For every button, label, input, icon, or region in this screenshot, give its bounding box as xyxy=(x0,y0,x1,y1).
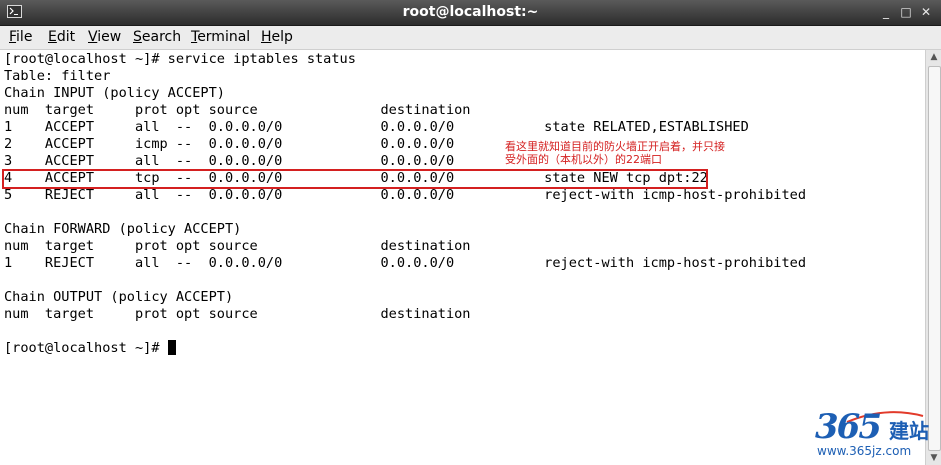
terminal-line-rule-3: 3 ACCEPT all -- 0.0.0.0/0 0.0.0.0/0 xyxy=(4,153,455,169)
menu-edit[interactable]: Edit xyxy=(48,29,75,46)
title-bar: root@localhost:~ _ □ ✕ xyxy=(0,0,941,26)
vertical-scrollbar[interactable]: ▲ ▼ xyxy=(925,50,941,465)
terminal-line-prompt: [root@localhost ~]# xyxy=(4,340,176,357)
menu-view-rest: iew xyxy=(97,29,122,45)
menu-help-mnemonic: H xyxy=(261,29,272,45)
menu-terminal-rest: erminal xyxy=(197,29,251,45)
menu-terminal[interactable]: Terminal xyxy=(191,29,250,46)
menu-search-mnemonic: S xyxy=(133,29,142,45)
annotation-line-1: 看这里就知道目前的防火墙正开启着，并只接 xyxy=(505,140,725,153)
menu-search[interactable]: Search xyxy=(133,29,181,46)
highlight-box xyxy=(2,169,708,189)
menu-view-mnemonic: V xyxy=(88,29,98,45)
menu-file[interactable]: File xyxy=(9,29,32,46)
scroll-up-arrow-icon[interactable]: ▲ xyxy=(926,50,941,64)
terminal-line-chain-output: Chain OUTPUT (policy ACCEPT) xyxy=(4,289,234,305)
terminal-line-forward-rule-1: 1 REJECT all -- 0.0.0.0/0 0.0.0.0/0 reje… xyxy=(4,255,807,271)
terminal-line-header: num target prot opt source destination xyxy=(4,306,471,322)
annotation-line-2: 受外面的（本机以外）的22端口 xyxy=(505,153,662,166)
watermark-logo: 365 建站 www.365jz.com xyxy=(815,408,935,463)
menu-help-rest: elp xyxy=(271,29,293,45)
menu-file-mnemonic: F xyxy=(9,29,17,45)
terminal-line-header: num target prot opt source destination xyxy=(4,238,471,254)
menu-file-rest: ile xyxy=(16,29,33,45)
terminal-line-command: [root@localhost ~]# service iptables sta… xyxy=(4,51,356,67)
watermark-logo-cn: 建站 xyxy=(889,419,929,443)
terminal-line-rule-2: 2 ACCEPT icmp -- 0.0.0.0/0 0.0.0.0/0 xyxy=(4,136,455,152)
terminal-line-table: Table: filter xyxy=(4,68,111,84)
prompt-text: [root@localhost ~]# xyxy=(4,340,168,356)
annotation-note: 看这里就知道目前的防火墙正开启着，并只接 受外面的（本机以外）的22端口 xyxy=(505,140,765,166)
menu-bar: File Edit View Search Terminal Help xyxy=(0,26,941,50)
terminal-line-header: num target prot opt source destination xyxy=(4,102,471,118)
scroll-thumb[interactable] xyxy=(928,66,941,451)
terminal-line-chain-input: Chain INPUT (policy ACCEPT) xyxy=(4,85,225,101)
minimize-button[interactable]: _ xyxy=(878,5,894,19)
menu-edit-mnemonic: E xyxy=(48,29,57,45)
watermark-logo-number: 365 xyxy=(815,407,882,447)
text-cursor xyxy=(167,340,176,355)
menu-search-rest: earch xyxy=(141,29,182,45)
menu-edit-rest: dit xyxy=(56,29,76,45)
terminal-line-rule-5: 5 REJECT all -- 0.0.0.0/0 0.0.0.0/0 reje… xyxy=(4,187,807,203)
terminal-output[interactable]: [root@localhost ~]# service iptables sta… xyxy=(0,50,925,465)
terminal-line-chain-forward: Chain FORWARD (policy ACCEPT) xyxy=(4,221,242,237)
menu-help[interactable]: Help xyxy=(261,29,293,46)
maximize-button[interactable]: □ xyxy=(898,5,914,19)
close-button[interactable]: ✕ xyxy=(918,5,934,19)
menu-view[interactable]: View xyxy=(88,29,121,46)
terminal-line-rule-1: 1 ACCEPT all -- 0.0.0.0/0 0.0.0.0/0 stat… xyxy=(4,119,749,135)
window-title: root@localhost:~ xyxy=(402,4,539,20)
watermark-url: www.365jz.com xyxy=(817,444,912,458)
